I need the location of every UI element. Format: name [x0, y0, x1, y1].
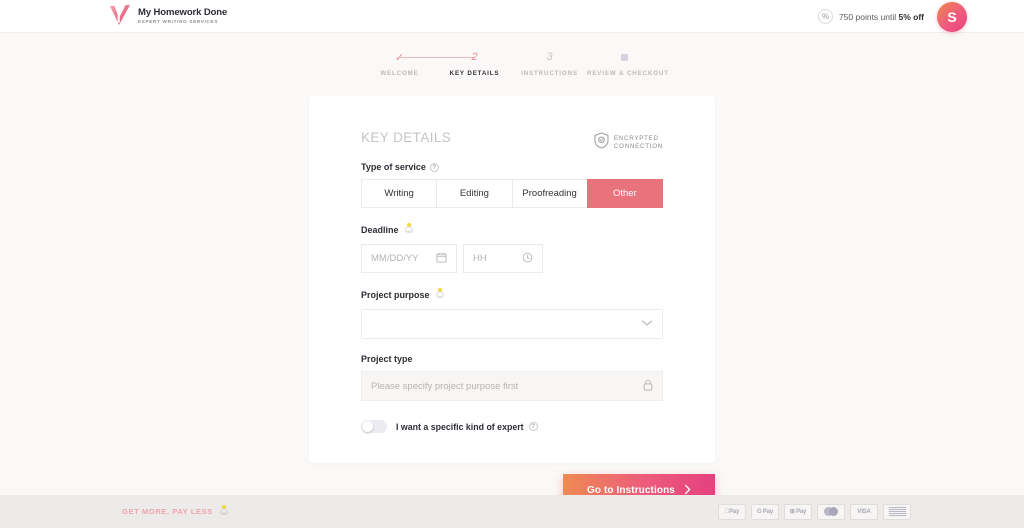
percent-icon: % — [817, 9, 833, 24]
app-footer: GET MORE, PAY LESS Pay G Pay ⊞ Pay VISA — [0, 495, 1024, 528]
amex-stripes — [888, 507, 906, 516]
encrypted-line2: CONNECTION — [613, 143, 663, 150]
question-mark-icon[interactable]: ? — [528, 422, 538, 431]
checkmark-heart-logo-icon — [108, 3, 132, 29]
brand-logo[interactable]: My Homework Done EXPERT WRITING SERVICES — [108, 3, 227, 29]
lightbulb-tip-icon — [434, 287, 446, 299]
mastercard-icon — [817, 503, 845, 520]
deadline-date-value: MM/DD/YY — [371, 253, 419, 264]
microsoft-pay-icon: ⊞ Pay — [784, 503, 812, 520]
step-instructions-label: INSTRUCTIONS — [521, 70, 578, 77]
step-instructions-mark: 3 — [546, 51, 553, 63]
points-prefix: 750 points until — [838, 11, 899, 22]
step-key-details-label: KEY DETAILS — [449, 70, 500, 77]
google-pay-glyph: G — [756, 508, 762, 515]
deadline-time-input[interactable]: HH — [463, 244, 543, 273]
step-welcome-label: WELCOME — [380, 70, 419, 77]
step-welcome[interactable]: ✓ WELCOME — [362, 50, 475, 77]
calendar-icon[interactable] — [436, 252, 447, 266]
service-option-editing[interactable]: Editing — [436, 179, 512, 208]
project-purpose-label-text: Project purpose — [361, 289, 430, 300]
app-header: My Homework Done EXPERT WRITING SERVICES… — [0, 0, 1024, 33]
project-type-label-text: Project type — [361, 354, 413, 364]
google-pay-icon: G Pay — [751, 503, 779, 520]
step-key-details[interactable]: 2 KEY DETAILS — [437, 50, 512, 77]
progress-steps: ✓ WELCOME 2 KEY DETAILS 3 INSTRUCTIONS R… — [0, 50, 1024, 77]
project-purpose-label: Project purpose — [361, 287, 663, 302]
deadline-label-text: Deadline — [361, 224, 399, 235]
chevron-down-icon[interactable] — [641, 319, 653, 330]
deadline-time-value: HH — [473, 253, 487, 264]
checkout-square-icon — [621, 53, 628, 61]
points-text: 750 points until 5% off — [839, 12, 924, 22]
payment-methods: Pay G Pay ⊞ Pay VISA — [718, 503, 911, 520]
question-mark-icon[interactable]: ? — [429, 162, 439, 172]
type-of-service-label: Type of service ? — [361, 162, 663, 172]
specific-expert-label: I want a specific kind of expert ? — [396, 422, 538, 432]
encrypted-connection-badge: ENCRYPTED CONNECTION — [594, 132, 663, 154]
shield-check-icon — [594, 132, 609, 154]
key-details-card: KEY DETAILS ENCRYPTED CONNECTION Type of… — [309, 96, 715, 463]
step-instructions[interactable]: 3 INSTRUCTIONS — [512, 50, 587, 77]
lightbulb-tip-icon — [403, 222, 415, 234]
page-title: KEY DETAILS — [361, 130, 452, 145]
step-review-checkout-mark — [587, 50, 662, 64]
project-type-label: Project type — [361, 354, 663, 364]
specific-expert-toggle[interactable] — [361, 420, 387, 433]
apple-pay-label: Pay — [726, 508, 739, 515]
apple-pay-icon: Pay — [718, 503, 746, 520]
deadline-inputs: MM/DD/YY HH — [361, 244, 663, 273]
visa-icon: VISA — [850, 503, 878, 520]
promo-banner[interactable]: GET MORE, PAY LESS — [122, 504, 230, 519]
loyalty-points[interactable]: % 750 points until 5% off — [817, 9, 924, 24]
avatar[interactable]: S — [937, 2, 967, 32]
page-root: My Homework Done EXPERT WRITING SERVICES… — [0, 0, 1024, 528]
step-key-details-mark: 2 — [471, 51, 478, 63]
type-of-service-label-text: Type of service — [361, 162, 426, 172]
service-option-other[interactable]: Other — [586, 179, 663, 208]
encrypted-connection-text: ENCRYPTED CONNECTION — [614, 135, 663, 151]
encrypted-line1: ENCRYPTED — [613, 135, 659, 142]
deadline-label: Deadline — [361, 222, 663, 237]
service-option-proofreading[interactable]: Proofreading — [511, 179, 587, 208]
google-pay-label: Pay — [762, 508, 773, 515]
promo-text: GET MORE, PAY LESS — [122, 507, 213, 516]
project-type-placeholder: Please specify project purpose first — [371, 380, 519, 392]
specific-expert-row: I want a specific kind of expert ? — [361, 420, 663, 433]
amex-icon — [883, 503, 911, 520]
logo-title: My Homework Done — [138, 6, 228, 18]
microsoft-pay-label: Pay — [796, 508, 807, 515]
lightbulb-tip-icon — [218, 504, 230, 516]
logo-subtitle: EXPERT WRITING SERVICES — [138, 18, 219, 24]
specific-expert-label-text: I want a specific kind of expert — [396, 421, 524, 432]
card-header: KEY DETAILS ENCRYPTED CONNECTION — [361, 130, 663, 154]
toggle-knob — [362, 421, 373, 432]
project-type-input: Please specify project purpose first — [361, 371, 663, 401]
mastercard-circle-right — [829, 507, 838, 516]
project-purpose-select[interactable] — [361, 309, 663, 339]
visa-label: VISA — [857, 508, 871, 515]
lock-icon — [643, 379, 653, 394]
type-of-service-segmented-control: Writing Editing Proofreading Other — [361, 179, 663, 208]
step-review-checkout-label: REVIEW & CHECKOUT — [587, 70, 669, 77]
clock-icon[interactable] — [522, 252, 533, 266]
step-review-checkout[interactable]: REVIEW & CHECKOUT — [587, 50, 669, 77]
deadline-date-input[interactable]: MM/DD/YY — [361, 244, 457, 273]
microsoft-pay-glyph: ⊞ — [789, 509, 795, 515]
points-highlight: 5% off — [898, 11, 925, 22]
service-option-writing[interactable]: Writing — [361, 179, 437, 208]
